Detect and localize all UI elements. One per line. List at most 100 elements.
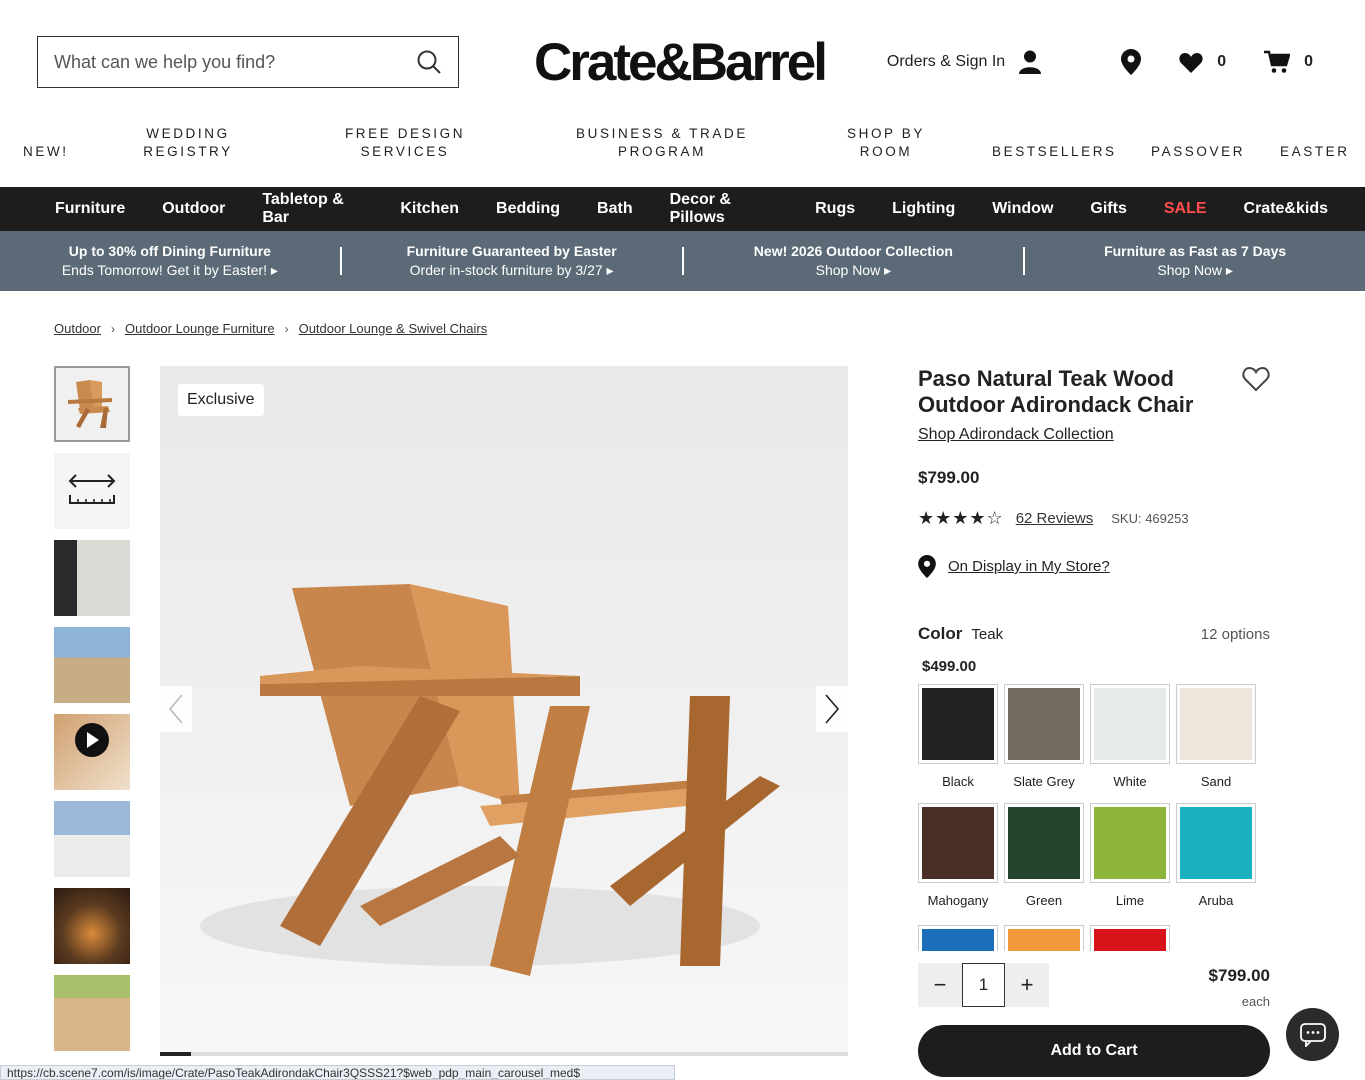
category-tabletop-bar[interactable]: Tabletop & Bar <box>262 191 363 227</box>
promo-dining[interactable]: Up to 30% off Dining Furniture Ends Tomo… <box>0 242 340 280</box>
swatch-color <box>1008 807 1080 879</box>
cart-button[interactable]: 0 <box>1264 50 1313 74</box>
category-decor-pillows[interactable]: Decor & Pillows <box>670 191 779 227</box>
swatch-box <box>1176 803 1256 883</box>
main-product-image[interactable]: Exclusive <box>160 366 848 1054</box>
category-bath[interactable]: Bath <box>597 200 633 218</box>
decrease-quantity-button[interactable]: − <box>918 972 962 998</box>
promo-subtitle: Shop Now ▸ <box>815 262 892 278</box>
color-swatch-mahogany[interactable]: Mahogany <box>918 803 998 908</box>
breadcrumb-outdoor[interactable]: Outdoor <box>54 321 101 336</box>
nav-passover[interactable]: PASSOVER <box>1151 143 1245 161</box>
thumbnail-lifestyle-3[interactable] <box>54 801 130 877</box>
thumbnail-lifestyle-2[interactable] <box>54 627 130 703</box>
category-bar: Furniture Outdoor Tabletop & Bar Kitchen… <box>0 187 1365 231</box>
thumbnail-video[interactable] <box>54 714 130 790</box>
thumbnail-dimensions[interactable] <box>54 453 130 529</box>
color-swatch-green[interactable]: Green <box>1004 803 1084 908</box>
category-crate-kids[interactable]: Crate&kids <box>1244 200 1328 218</box>
color-swatch-partial[interactable] <box>918 925 998 951</box>
search-input[interactable] <box>54 51 416 73</box>
promo-title: Furniture Guaranteed by Easter <box>406 243 617 259</box>
chevron-right-icon: › <box>284 321 289 336</box>
heart-icon <box>1179 52 1203 73</box>
swatch-color <box>922 929 994 951</box>
color-swatch-sand[interactable]: Sand <box>1176 684 1256 789</box>
carousel-progress-fill <box>160 1052 192 1056</box>
breadcrumb-outdoor-lounge-furniture[interactable]: Outdoor Lounge Furniture <box>125 321 275 336</box>
orders-sign-in-link[interactable]: Orders & Sign In <box>887 50 1042 74</box>
on-display-link[interactable]: On Display in My Store? <box>948 558 1110 575</box>
color-swatch-lime[interactable]: Lime <box>1090 803 1170 908</box>
chat-button[interactable] <box>1286 1008 1339 1061</box>
nav-new[interactable]: NEW! <box>23 143 69 161</box>
rating-row: ★★★★☆ 62 Reviews SKU: 469253 <box>918 508 1270 529</box>
swatch-color <box>1008 688 1080 760</box>
breadcrumb-lounge-swivel-chairs[interactable]: Outdoor Lounge & Swivel Chairs <box>299 321 488 336</box>
promo-outdoor[interactable]: New! 2026 Outdoor Collection Shop Now ▸ <box>684 242 1024 280</box>
site-logo[interactable]: Crate&Barrel <box>534 32 828 93</box>
chevron-right-icon: › <box>110 321 115 336</box>
promo-subtitle: Ends Tomorrow! Get it by Easter! ▸ <box>61 262 278 278</box>
swatch-color <box>1094 929 1166 951</box>
swatch-box <box>1004 684 1084 764</box>
favorite-heart-icon[interactable] <box>1242 366 1270 392</box>
swatch-color <box>1094 688 1166 760</box>
color-swatch-partial[interactable] <box>1004 925 1084 951</box>
category-lighting[interactable]: Lighting <box>892 200 955 218</box>
chair-thumbnail-image <box>68 380 112 428</box>
store-locator-button[interactable] <box>1121 49 1142 75</box>
carousel-prev-button[interactable] <box>160 686 192 732</box>
promo-subtitle: Order in-stock furniture by 3/27 ▸ <box>409 262 614 278</box>
category-window[interactable]: Window <box>992 200 1053 218</box>
color-swatch-white[interactable]: White <box>1090 684 1170 789</box>
thumbnail-lifestyle-4[interactable] <box>54 888 130 964</box>
exclusive-badge: Exclusive <box>178 384 264 416</box>
swatch-label: Green <box>1025 893 1063 908</box>
nav-wedding-registry[interactable]: WEDDING REGISTRY <box>133 125 243 161</box>
category-outdoor[interactable]: Outdoor <box>162 200 225 218</box>
chevron-left-icon <box>169 694 183 724</box>
wishlist-button[interactable]: 0 <box>1179 52 1226 73</box>
swatch-color <box>1008 929 1080 951</box>
category-furniture[interactable]: Furniture <box>55 200 125 218</box>
nav-bestsellers[interactable]: BESTSELLERS <box>992 143 1117 161</box>
reviews-link[interactable]: 62 Reviews <box>1016 510 1094 527</box>
category-sale[interactable]: SALE <box>1164 200 1207 218</box>
quantity-stepper: − 1 + <box>918 963 1049 1007</box>
swatch-label: Slate Grey <box>1013 774 1075 789</box>
increase-quantity-button[interactable]: + <box>1005 972 1049 998</box>
promo-fast-delivery[interactable]: Furniture as Fast as 7 Days Shop Now ▸ <box>1025 242 1365 280</box>
nav-line: ROOM <box>859 144 913 159</box>
quantity-input[interactable]: 1 <box>962 963 1005 1007</box>
browser-status-url: https://cb.scene7.com/is/image/Crate/Pas… <box>0 1065 675 1080</box>
carousel-next-button[interactable] <box>816 686 848 732</box>
nav-free-design-services[interactable]: FREE DESIGN SERVICES <box>340 125 470 161</box>
thumbnail-chair[interactable] <box>54 366 130 442</box>
nav-easter[interactable]: EASTER <box>1280 143 1350 161</box>
search-icon[interactable] <box>416 49 442 75</box>
color-swatch-slate-grey[interactable]: Slate Grey <box>1004 684 1084 789</box>
thumbnail-lifestyle-5[interactable] <box>54 975 130 1051</box>
on-display-row: On Display in My Store? <box>918 555 1270 578</box>
swatch-box <box>918 684 998 764</box>
color-swatch-partial[interactable] <box>1090 925 1170 951</box>
search-box[interactable] <box>37 36 459 88</box>
color-options-count: 12 options <box>1200 626 1270 643</box>
category-gifts[interactable]: Gifts <box>1090 200 1126 218</box>
shop-collection-link[interactable]: Shop Adirondack Collection <box>918 426 1270 444</box>
category-kitchen[interactable]: Kitchen <box>400 200 459 218</box>
color-swatch-black[interactable]: Black <box>918 684 998 789</box>
cart-icon <box>1264 50 1291 73</box>
add-to-cart-button[interactable]: Add to Cart <box>918 1025 1270 1077</box>
promo-easter[interactable]: Furniture Guaranteed by Easter Order in-… <box>342 242 682 280</box>
thumbnail-lifestyle-1[interactable] <box>54 540 130 616</box>
nav-shop-by-room[interactable]: SHOP BY ROOM <box>836 125 936 161</box>
nav-business-trade[interactable]: BUSINESS & TRADE PROGRAM <box>572 125 752 161</box>
category-bedding[interactable]: Bedding <box>496 200 560 218</box>
nav-line: REGISTRY <box>143 144 233 159</box>
color-swatch-aruba[interactable]: Aruba <box>1176 803 1256 908</box>
category-rugs[interactable]: Rugs <box>815 200 855 218</box>
swatch-color <box>922 688 994 760</box>
swatch-label: White <box>1113 774 1147 789</box>
